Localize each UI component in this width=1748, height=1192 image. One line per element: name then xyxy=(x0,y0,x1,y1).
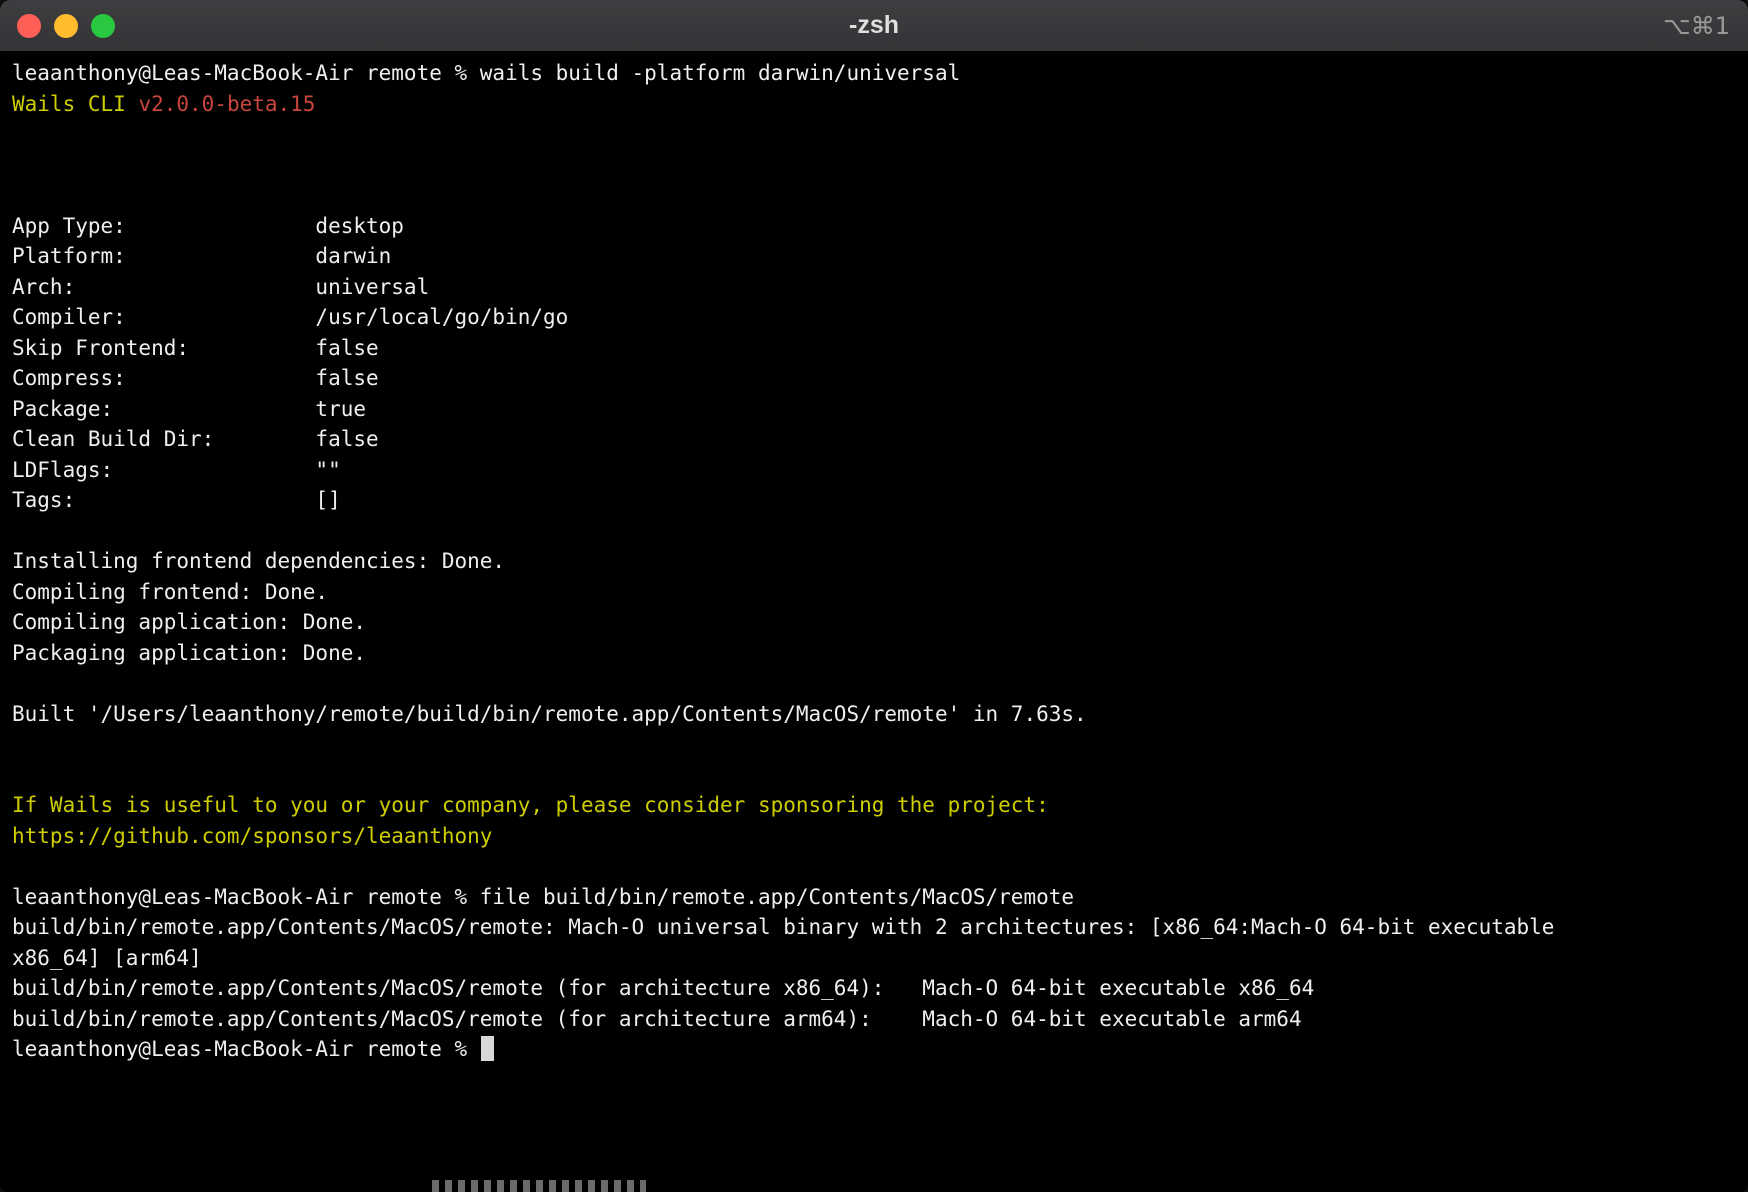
terminal-text-segment: Built '/Users/leaanthony/remote/build/bi… xyxy=(12,702,1087,726)
terminal-line: Installing frontend dependencies: Done. xyxy=(12,546,1736,577)
terminal-line: Platform: darwin xyxy=(12,241,1736,272)
terminal-window: -zsh ⌥⌘1 leaanthony@Leas-MacBook-Air rem… xyxy=(0,0,1748,1192)
terminal-text-segment: v2.0.0-beta.15 xyxy=(138,92,315,116)
terminal-text-segment: leaanthony@Leas-MacBook-Air remote % fil… xyxy=(12,885,1074,909)
terminal-text-segment: Package: true xyxy=(12,397,366,421)
terminal-text-segment: Arch: universal xyxy=(12,275,429,299)
terminal-line: leaanthony@Leas-MacBook-Air remote % xyxy=(12,1034,1736,1065)
fullscreen-button[interactable] xyxy=(91,14,115,38)
terminal-line: Packaging application: Done. xyxy=(12,638,1736,669)
terminal-text-segment: Skip Frontend: false xyxy=(12,336,379,360)
terminal-text-segment: Platform: darwin xyxy=(12,244,391,268)
terminal-text-segment: Compress: false xyxy=(12,366,379,390)
terminal-line: build/bin/remote.app/Contents/MacOS/remo… xyxy=(12,912,1736,943)
terminal-cursor xyxy=(481,1036,494,1061)
terminal-text-segment: App Type: desktop xyxy=(12,214,404,238)
terminal-line: App Type: desktop xyxy=(12,211,1736,242)
terminal-line: Compiling application: Done. xyxy=(12,607,1736,638)
terminal-text-segment: Compiling frontend: Done. xyxy=(12,580,328,604)
terminal-text-segment: https://github.com/sponsors/leaanthony xyxy=(12,824,492,848)
terminal-line xyxy=(12,668,1736,699)
terminal-line: Compiler: /usr/local/go/bin/go xyxy=(12,302,1736,333)
terminal-line xyxy=(12,851,1736,882)
terminal-text-segment: LDFlags: "" xyxy=(12,458,341,482)
terminal-line xyxy=(12,150,1736,181)
close-button[interactable] xyxy=(17,14,41,38)
terminal-text-segment: Installing frontend dependencies: Done. xyxy=(12,549,505,573)
terminal-text-segment: build/bin/remote.app/Contents/MacOS/remo… xyxy=(12,976,1314,1000)
terminal-text-segment: build/bin/remote.app/Contents/MacOS/remo… xyxy=(12,1007,1302,1031)
terminal-line: build/bin/remote.app/Contents/MacOS/remo… xyxy=(12,973,1736,1004)
terminal-line: Clean Build Dir: false xyxy=(12,424,1736,455)
terminal-line: LDFlags: "" xyxy=(12,455,1736,486)
terminal-line xyxy=(12,119,1736,150)
terminal-text-segment: If Wails is useful to you or your compan… xyxy=(12,793,1049,817)
terminal-line xyxy=(12,516,1736,547)
terminal-line: leaanthony@Leas-MacBook-Air remote % wai… xyxy=(12,58,1736,89)
terminal-line xyxy=(12,729,1736,760)
terminal-text-segment: Wails CLI xyxy=(12,92,138,116)
terminal-text-segment: leaanthony@Leas-MacBook-Air remote % wai… xyxy=(12,61,960,85)
window-controls xyxy=(0,14,115,38)
terminal-line: Compress: false xyxy=(12,363,1736,394)
terminal-line: If Wails is useful to you or your compan… xyxy=(12,790,1736,821)
terminal-line: Compiling frontend: Done. xyxy=(12,577,1736,608)
terminal-text-segment: Tags: [] xyxy=(12,488,341,512)
terminal-line: Built '/Users/leaanthony/remote/build/bi… xyxy=(12,699,1736,730)
window-title: -zsh xyxy=(0,0,1748,51)
terminal-line xyxy=(12,180,1736,211)
terminal-line: Package: true xyxy=(12,394,1736,425)
window-shortcut-hint: ⌥⌘1 xyxy=(1663,0,1730,51)
terminal-line: leaanthony@Leas-MacBook-Air remote % fil… xyxy=(12,882,1736,913)
terminal-line: x86_64] [arm64] xyxy=(12,943,1736,974)
obscured-background-content xyxy=(432,1180,646,1192)
terminal-text-segment: Compiling application: Done. xyxy=(12,610,366,634)
terminal-text-segment: build/bin/remote.app/Contents/MacOS/remo… xyxy=(12,915,1554,939)
terminal-text-segment: Clean Build Dir: false xyxy=(12,427,379,451)
terminal-line xyxy=(12,760,1736,791)
window-titlebar[interactable]: -zsh ⌥⌘1 xyxy=(0,0,1748,52)
terminal-line: Skip Frontend: false xyxy=(12,333,1736,364)
terminal-text-segment: leaanthony@Leas-MacBook-Air remote % xyxy=(12,1037,480,1061)
terminal-line: Arch: universal xyxy=(12,272,1736,303)
terminal-text-segment: x86_64] [arm64] xyxy=(12,946,202,970)
terminal-line: Tags: [] xyxy=(12,485,1736,516)
terminal-text-segment: Compiler: /usr/local/go/bin/go xyxy=(12,305,568,329)
terminal-line: Wails CLI v2.0.0-beta.15 xyxy=(12,89,1736,120)
terminal-line: https://github.com/sponsors/leaanthony xyxy=(12,821,1736,852)
terminal-text-segment: Packaging application: Done. xyxy=(12,641,366,665)
terminal-line: build/bin/remote.app/Contents/MacOS/remo… xyxy=(12,1004,1736,1035)
minimize-button[interactable] xyxy=(54,14,78,38)
terminal-output[interactable]: leaanthony@Leas-MacBook-Air remote % wai… xyxy=(0,52,1748,1065)
